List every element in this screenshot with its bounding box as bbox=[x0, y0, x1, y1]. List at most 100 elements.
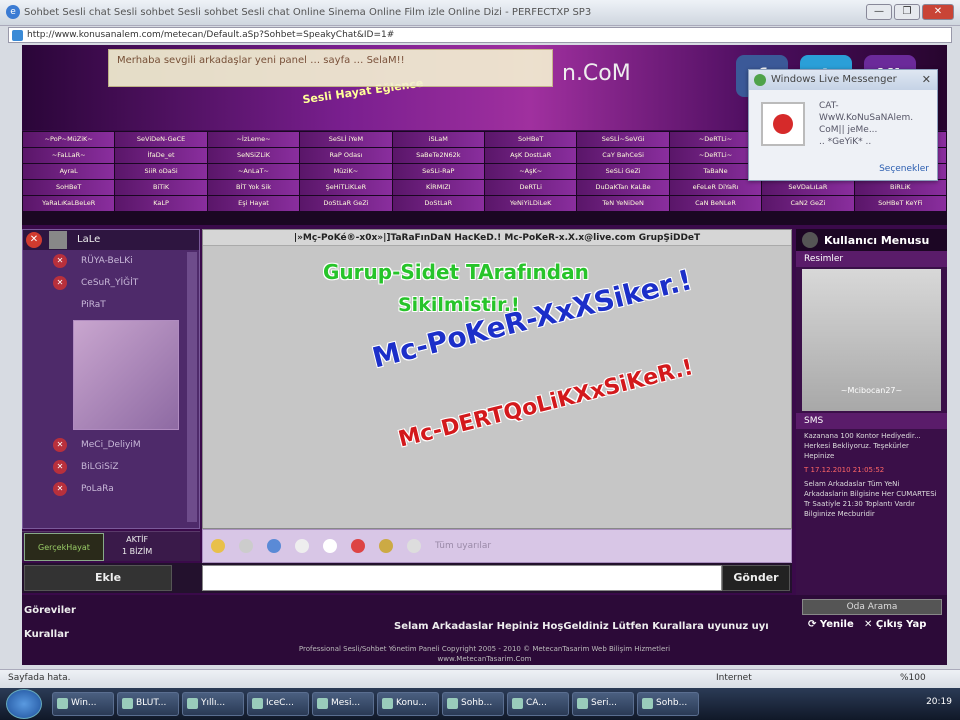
room-menu-item[interactable]: SeSLi GeZi bbox=[577, 164, 669, 179]
room-menu-item[interactable]: DoStLaR bbox=[392, 196, 484, 211]
block-icon[interactable]: ✕ bbox=[53, 438, 67, 452]
close-button[interactable]: ✕ bbox=[922, 4, 954, 20]
room-menu-item[interactable]: eFeLeR DiYaRı bbox=[669, 180, 762, 195]
eye-icon[interactable] bbox=[323, 539, 337, 553]
start-button[interactable] bbox=[6, 689, 42, 719]
rules-link[interactable]: Kurallar bbox=[24, 623, 76, 647]
user-row[interactable]: ✕ PoLaRa bbox=[23, 478, 199, 500]
room-menu-item[interactable]: BİT Yok Sik bbox=[207, 180, 300, 195]
block-icon[interactable]: ✕ bbox=[53, 460, 67, 474]
room-search-button[interactable]: Oda Arama bbox=[802, 599, 942, 615]
buzz-icon[interactable] bbox=[267, 539, 281, 553]
room-menu-item[interactable]: ŞeHiTLiKLeR bbox=[300, 180, 392, 195]
user-name: PiRaT bbox=[81, 300, 106, 310]
room-menu-item[interactable]: KİRMIZI bbox=[392, 180, 484, 195]
room-menu-item[interactable]: ~İzLeme~ bbox=[207, 132, 300, 147]
user-row[interactable]: ✕ MeCi_DeliyiM bbox=[23, 434, 199, 456]
bag-icon[interactable] bbox=[379, 539, 393, 553]
room-menu-item[interactable]: YaRaLıKaLBeLeR bbox=[23, 196, 115, 211]
tasks-link[interactable]: Göreviler bbox=[24, 599, 76, 623]
options-link[interactable]: Seçenekler bbox=[879, 164, 929, 174]
message-input-row: Ekle Gönder bbox=[22, 563, 792, 593]
room-menu-item[interactable]: AşK DostLaR bbox=[485, 148, 577, 163]
room-menu-item[interactable]: DeRTLi bbox=[485, 180, 577, 195]
smiley-icon[interactable] bbox=[211, 539, 225, 553]
room-menu-item[interactable]: CaN BeNLeR bbox=[669, 196, 762, 211]
room-menu-item[interactable]: Eşi Hayat bbox=[207, 196, 300, 211]
room-menu-item[interactable]: SeNSiZLiK bbox=[207, 148, 300, 163]
add-button[interactable]: Ekle bbox=[24, 565, 172, 591]
room-menu-item[interactable]: YeNiYiLDiLeK bbox=[485, 196, 577, 211]
room-menu-item[interactable]: CaN2 GeZi bbox=[762, 196, 854, 211]
room-menu-item[interactable]: SeViDeN-GeCE bbox=[115, 132, 207, 147]
block-icon[interactable]: ✕ bbox=[53, 276, 67, 290]
minimize-button[interactable]: — bbox=[866, 4, 892, 20]
taskbar-item[interactable]: Mesi... bbox=[312, 692, 374, 716]
cam-icon[interactable] bbox=[295, 539, 309, 553]
room-menu-item[interactable]: DoStLaR GeZi bbox=[300, 196, 392, 211]
room-menu-item[interactable]: CaY BahCeSi bbox=[577, 148, 669, 163]
status-bar: Sayfada hata. Internet %100 bbox=[0, 669, 960, 688]
messenger-popup[interactable]: Windows Live Messenger ✕ CAT- WwW.KoNuSaNA… bbox=[748, 69, 938, 181]
taskbar-item[interactable]: CA... bbox=[507, 692, 569, 716]
room-menu-item[interactable]: KaLP bbox=[115, 196, 207, 211]
user-row[interactable]: ✕ RÜYA-BeLKi bbox=[23, 250, 199, 272]
room-menu-item[interactable]: SoHBeT bbox=[485, 132, 577, 147]
profile-photo[interactable]: ~Mcibocan27~ bbox=[802, 269, 941, 411]
user-row[interactable]: ✕ CeSuR_YİĞİT bbox=[23, 272, 199, 294]
bell-icon[interactable] bbox=[407, 539, 421, 553]
room-menu-item[interactable]: BiTiK bbox=[115, 180, 207, 195]
gift-icon[interactable] bbox=[351, 539, 365, 553]
maximize-button[interactable]: ❐ bbox=[894, 4, 920, 20]
room-menu-item[interactable]: RaP Odası bbox=[300, 148, 392, 163]
taskbar-item[interactable]: Yıllı... bbox=[182, 692, 244, 716]
user-row[interactable]: PiRaT bbox=[23, 294, 199, 316]
chat-message: Mc-DERTQoLiKXxSiKeR.! bbox=[395, 355, 696, 453]
user-row[interactable]: ✕ BiLGiSiZ bbox=[23, 456, 199, 478]
room-menu-item[interactable]: SoHBeT KeYFi bbox=[854, 196, 946, 211]
user-list-scrollbar[interactable] bbox=[187, 252, 197, 522]
close-icon[interactable]: ✕ bbox=[922, 73, 931, 86]
room-menu-item[interactable]: iSLaM bbox=[392, 132, 484, 147]
zoom-level[interactable]: %100 bbox=[900, 673, 926, 683]
message-input[interactable] bbox=[202, 565, 722, 591]
room-menu-item[interactable]: TeN YeNiDeN bbox=[577, 196, 669, 211]
chat-toolbar: Tüm uyarılar bbox=[202, 529, 792, 563]
room-menu-item[interactable]: SeSLi-RaP bbox=[392, 164, 484, 179]
taskbar-item[interactable]: Win... bbox=[52, 692, 114, 716]
room-menu-item[interactable]: SaBeTe2N62k bbox=[392, 148, 484, 163]
refresh-button[interactable]: ⟳ Yenile bbox=[808, 619, 854, 630]
block-icon[interactable]: ✕ bbox=[53, 254, 67, 268]
room-menu-item[interactable]: SiiR oDaSi bbox=[115, 164, 207, 179]
room-menu-item[interactable]: AyraL bbox=[23, 164, 115, 179]
user-list-panel: ✕ LaLe ✕ RÜYA-BeLKi ✕ CeSuR_YİĞİT PiRaT ✕ M… bbox=[22, 229, 200, 529]
sms-text: Kazanana 100 Kontor Hediyedir... Herkesi… bbox=[804, 432, 921, 460]
room-menu-item[interactable]: SeVDaLıLaR bbox=[762, 180, 854, 195]
room-menu-item[interactable]: SeSLİ iYeM bbox=[300, 132, 392, 147]
taskbar-item[interactable]: BLUT... bbox=[117, 692, 179, 716]
room-menu-item[interactable]: İfaDe_et bbox=[115, 148, 207, 163]
contact-avatar bbox=[761, 102, 805, 146]
block-icon[interactable]: ✕ bbox=[53, 482, 67, 496]
taskbar-item[interactable]: Sohb... bbox=[637, 692, 699, 716]
messenger-title: Windows Live Messenger bbox=[771, 74, 897, 85]
address-bar[interactable]: http://www.konusanalem.com/metecan/Defau… bbox=[8, 27, 952, 43]
taskbar-item[interactable]: IceC... bbox=[247, 692, 309, 716]
room-menu-item[interactable]: ~PoP~MüZiK~ bbox=[23, 132, 115, 147]
room-menu-item[interactable]: ~FaLLaR~ bbox=[23, 148, 115, 163]
taskbar-item[interactable]: Seri... bbox=[572, 692, 634, 716]
room-menu-item[interactable]: SeSLİ~SeVGi bbox=[577, 132, 669, 147]
taskbar-item[interactable]: Sohb... bbox=[442, 692, 504, 716]
room-menu-item[interactable]: SoHBeT bbox=[23, 180, 115, 195]
emoticon-icon[interactable] bbox=[239, 539, 253, 553]
close-icon[interactable]: ✕ bbox=[26, 232, 42, 248]
room-menu-item[interactable]: MüziK~ bbox=[300, 164, 392, 179]
user-name: CeSuR_YİĞİT bbox=[81, 278, 139, 288]
logout-button[interactable]: ✕ Çıkış Yap bbox=[864, 619, 926, 630]
room-menu-item[interactable]: BiRLiK bbox=[854, 180, 946, 195]
room-menu-item[interactable]: DuDaKTan KaLBe bbox=[577, 180, 669, 195]
room-menu-item[interactable]: ~AşK~ bbox=[485, 164, 577, 179]
taskbar-item[interactable]: Konu... bbox=[377, 692, 439, 716]
room-menu-item[interactable]: ~AnLaT~ bbox=[207, 164, 300, 179]
send-button[interactable]: Gönder bbox=[722, 565, 790, 591]
